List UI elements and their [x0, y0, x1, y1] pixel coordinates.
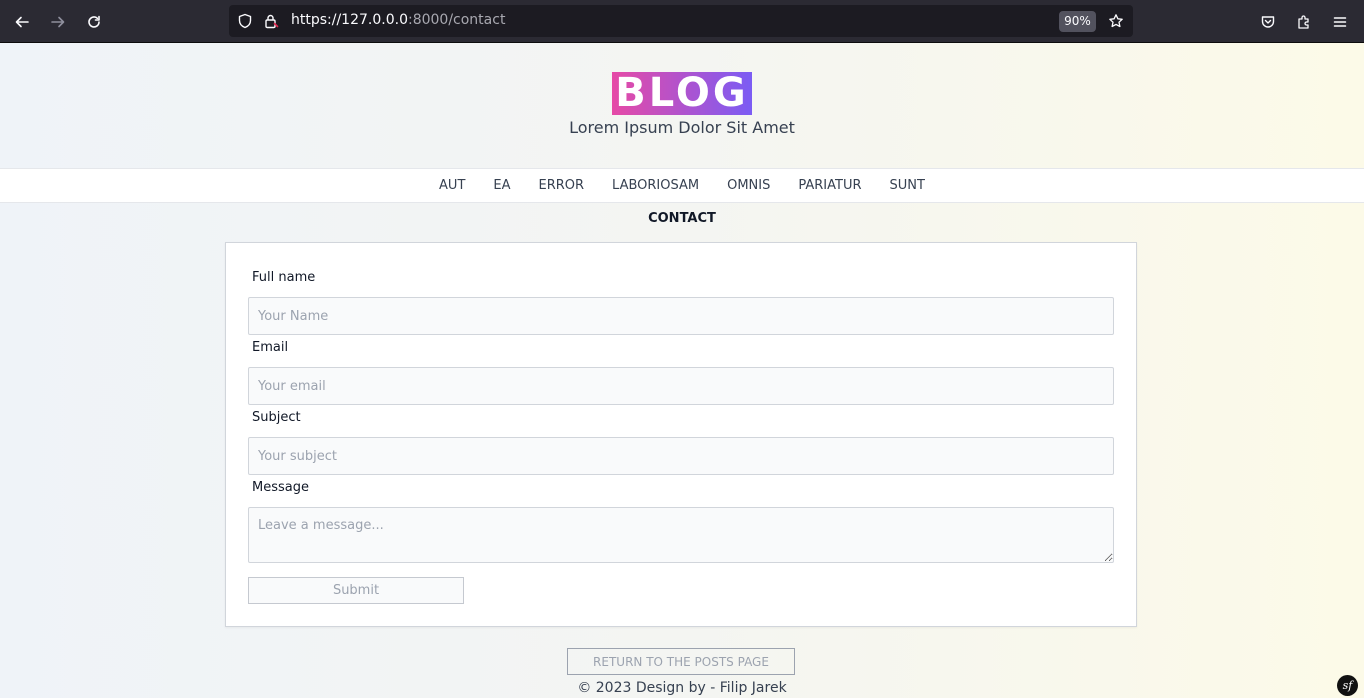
reload-button[interactable] — [80, 8, 108, 36]
url-path: :8000/contact — [407, 12, 506, 28]
url-text[interactable]: https://127.0.0.0:8000/contact — [291, 12, 505, 28]
page-viewport: BLOG Lorem Ipsum Dolor Sit Amet AUT EA E… — [0, 43, 1364, 698]
category-nav: AUT EA ERROR LABORIOSAM OMNIS PARIATUR S… — [0, 168, 1364, 203]
nav-item-ea[interactable]: EA — [493, 178, 510, 193]
nav-item-aut[interactable]: AUT — [439, 178, 465, 193]
arrow-left-icon — [15, 16, 29, 28]
nav-item-error[interactable]: ERROR — [539, 178, 585, 193]
site-tagline: Lorem Ipsum Dolor Sit Amet — [569, 118, 795, 137]
zoom-level-badge[interactable]: 90% — [1059, 11, 1096, 32]
symfony-toolbar-icon[interactable]: sf — [1337, 675, 1358, 696]
address-bar[interactable]: https://127.0.0.0:8000/contact 90% — [229, 5, 1133, 37]
lock-icon[interactable] — [263, 13, 279, 29]
nav-item-sunt[interactable]: SUNT — [890, 178, 925, 193]
email-label: Email — [252, 340, 289, 355]
full-name-label: Full name — [252, 270, 316, 285]
puzzle-icon — [1298, 15, 1309, 29]
back-button[interactable] — [8, 8, 36, 36]
logo-container: BLOG — [0, 72, 1364, 115]
forward-button[interactable] — [44, 8, 72, 36]
browser-toolbar: https://127.0.0.0:8000/contact 90% — [0, 0, 1364, 43]
contact-form: Full name Email Subject Message Submit — [225, 242, 1137, 627]
extensions-button[interactable] — [1290, 8, 1318, 36]
reload-icon — [88, 15, 100, 28]
email-input[interactable] — [248, 367, 1114, 405]
star-icon[interactable] — [1108, 13, 1124, 29]
nav-item-laboriosam[interactable]: LABORIOSAM — [612, 178, 699, 193]
menu-button[interactable] — [1326, 8, 1354, 36]
pocket-icon — [1261, 16, 1275, 28]
subject-label: Subject — [252, 410, 301, 425]
nav-item-omnis[interactable]: OMNIS — [727, 178, 770, 193]
pocket-button[interactable] — [1254, 8, 1282, 36]
submit-button[interactable]: Submit — [248, 577, 464, 604]
url-host: https://127.0.0.0 — [291, 12, 408, 28]
subject-input[interactable] — [248, 437, 1114, 475]
full-name-input[interactable] — [248, 297, 1114, 335]
shield-icon[interactable] — [237, 13, 253, 29]
site-logo[interactable]: BLOG — [612, 72, 752, 115]
arrow-right-icon — [51, 16, 65, 28]
nav-item-pariatur[interactable]: PARIATUR — [798, 178, 861, 193]
hamburger-menu-icon — [1333, 17, 1347, 27]
footer-copyright: © 2023 Design by - Filip Jarek — [577, 680, 787, 696]
message-label: Message — [252, 480, 309, 495]
message-textarea[interactable] — [248, 507, 1114, 563]
return-to-posts-button[interactable]: RETURN TO THE POSTS PAGE — [567, 648, 795, 675]
page-title: CONTACT — [648, 211, 716, 226]
